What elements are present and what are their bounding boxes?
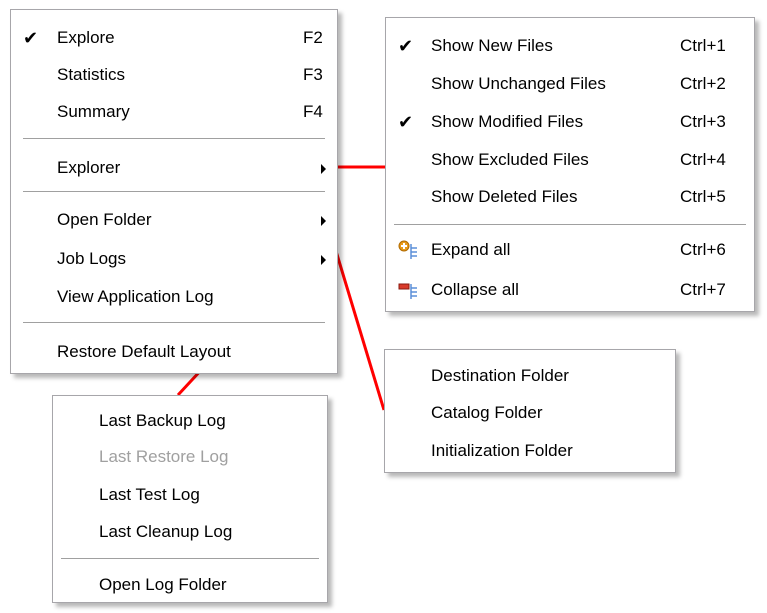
menu-item-show-new-files[interactable]: ✔ Show New Files Ctrl+1 [386, 31, 754, 61]
menu-separator [23, 322, 325, 324]
menu-item-show-modified-files[interactable]: ✔ Show Modified Files Ctrl+3 [386, 107, 754, 137]
menu-item-initialization-folder[interactable]: Initialization Folder [385, 436, 675, 466]
menu-separator [394, 224, 746, 226]
menu-item-summary[interactable]: Summary F4 [11, 97, 337, 127]
checkmark-icon: ✔ [398, 36, 414, 56]
submenu-arrow-icon [321, 255, 326, 265]
menu-item-open-log-folder[interactable]: Open Log Folder [53, 570, 327, 600]
submenu-arrow-icon [321, 164, 326, 174]
menu-item-explorer[interactable]: Explorer [11, 153, 337, 183]
expand-all-icon [398, 240, 417, 259]
menu-item-open-folder[interactable]: Open Folder [11, 205, 337, 235]
menu-item-show-excluded-files[interactable]: Show Excluded Files Ctrl+4 [386, 145, 754, 175]
menu-item-show-unchanged-files[interactable]: Show Unchanged Files Ctrl+2 [386, 69, 754, 99]
menu-item-last-test-log[interactable]: Last Test Log [53, 480, 327, 510]
submenu-arrow-icon [321, 216, 326, 226]
menu-item-statistics[interactable]: Statistics F3 [11, 60, 337, 90]
menu-separator [23, 138, 325, 140]
main-context-menu: ✔ Explore F2 Statistics F3 Summary F4 Ex… [10, 9, 338, 374]
menu-item-last-backup-log[interactable]: Last Backup Log [53, 406, 327, 436]
explorer-submenu: ✔ Show New Files Ctrl+1 Show Unchanged F… [385, 17, 755, 312]
menu-item-view-application-log[interactable]: View Application Log [11, 282, 337, 312]
menu-item-explore[interactable]: ✔ Explore F2 [11, 23, 337, 53]
menu-item-last-cleanup-log[interactable]: Last Cleanup Log [53, 517, 327, 547]
menu-separator [61, 558, 319, 560]
menu-separator [23, 191, 325, 193]
menu-item-job-logs[interactable]: Job Logs [11, 244, 337, 274]
menu-item-show-deleted-files[interactable]: Show Deleted Files Ctrl+5 [386, 182, 754, 212]
menu-item-expand-all[interactable]: Expand all Ctrl+6 [386, 235, 754, 265]
menu-item-collapse-all[interactable]: Collapse all Ctrl+7 [386, 275, 754, 305]
collapse-all-icon [398, 283, 417, 299]
checkmark-icon: ✔ [398, 112, 414, 132]
checkmark-icon: ✔ [23, 28, 39, 48]
menu-item-last-restore-log: Last Restore Log [99, 447, 229, 466]
job-logs-submenu: Last Backup Log Last Restore Log Last Te… [52, 395, 328, 603]
open-folder-submenu: Destination Folder Catalog Folder Initia… [384, 349, 676, 473]
menu-item-destination-folder[interactable]: Destination Folder [385, 361, 675, 391]
menu-item-catalog-folder[interactable]: Catalog Folder [385, 398, 675, 428]
menu-item-restore-default-layout[interactable]: Restore Default Layout [11, 337, 337, 367]
